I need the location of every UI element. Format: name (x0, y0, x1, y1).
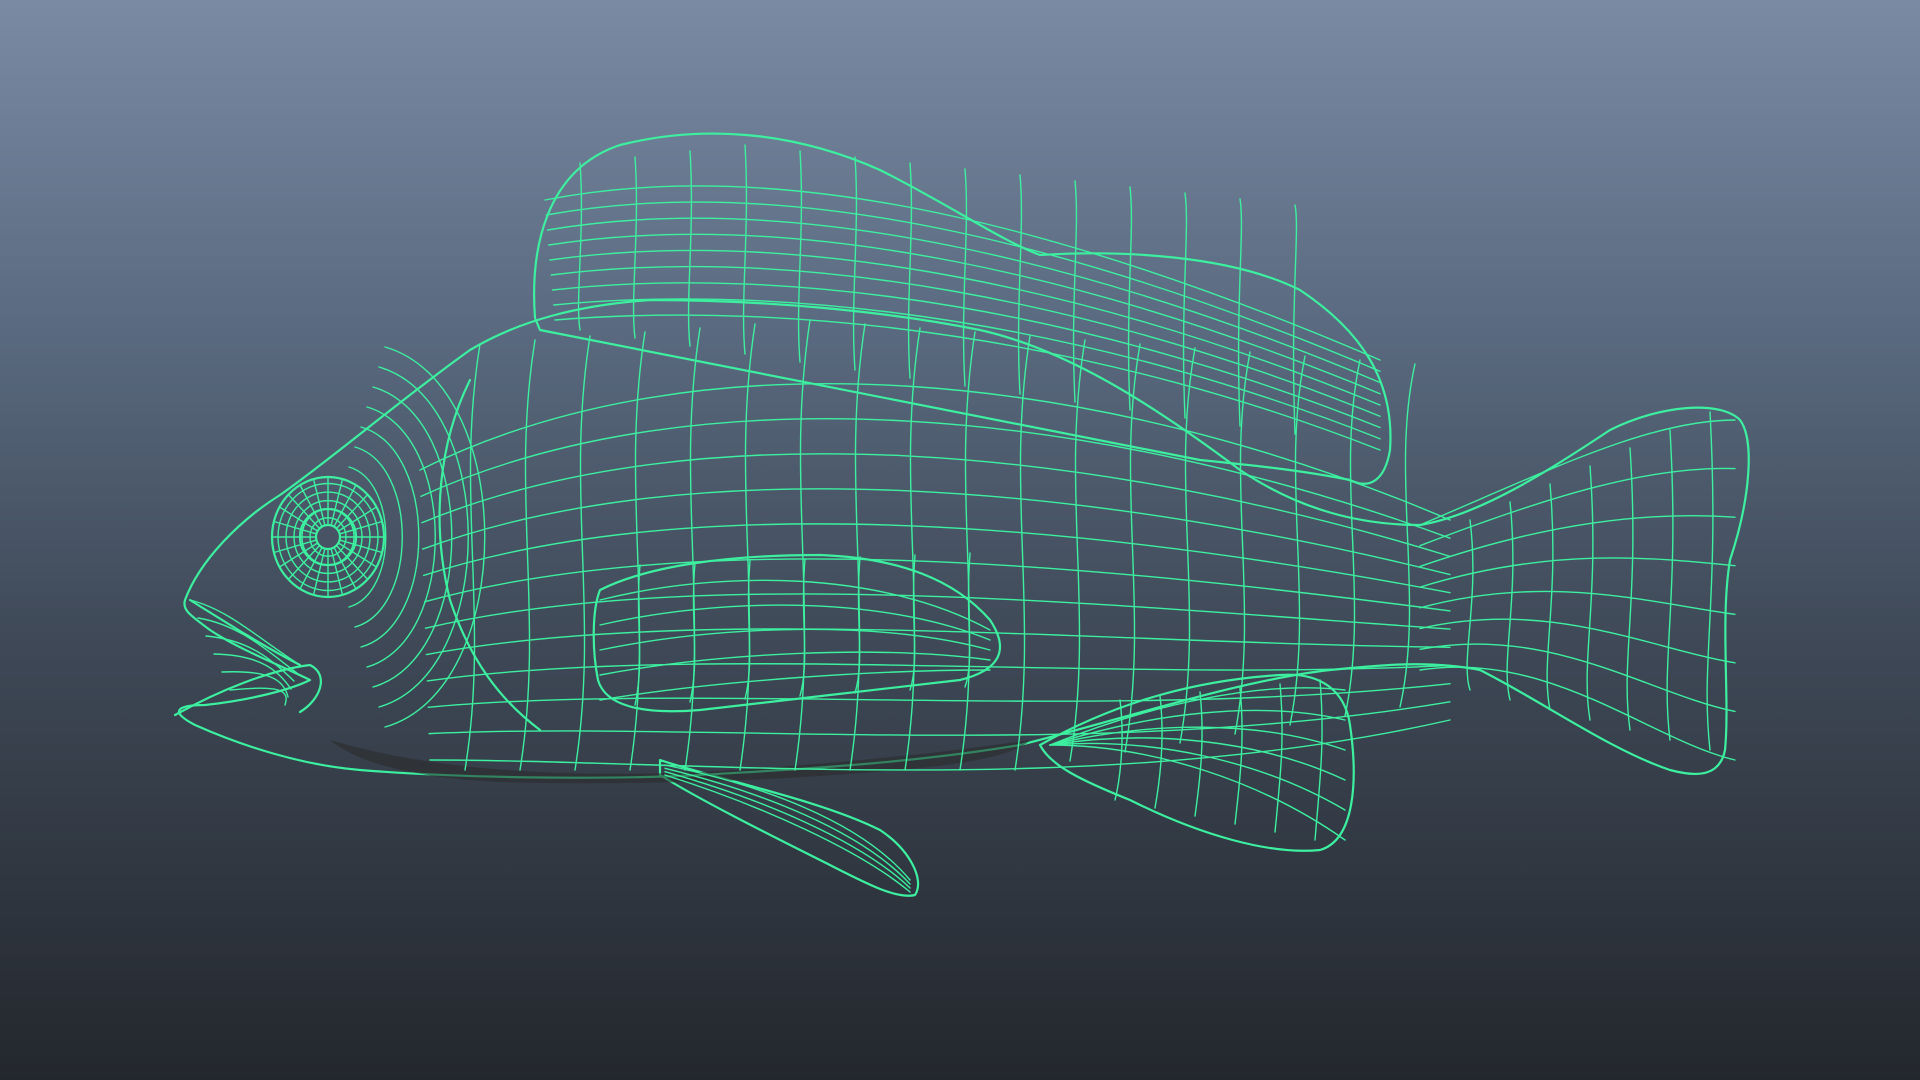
mesh-edge (744, 560, 751, 700)
mesh-edge (794, 319, 811, 771)
pectoral-fin (592, 553, 1001, 713)
mesh-edge (577, 162, 583, 331)
mesh-edge (742, 144, 748, 355)
mesh-edge (664, 774, 911, 893)
mesh-edge (1419, 419, 1736, 526)
mesh-edge (1182, 192, 1188, 419)
mesh-edge (1399, 363, 1416, 708)
mesh-edge (422, 523, 1451, 594)
mesh-edge (599, 604, 991, 641)
mesh-edge (854, 556, 861, 694)
mesh-edge (1292, 204, 1298, 435)
mesh-edge (1072, 180, 1078, 403)
mesh-edge (907, 162, 913, 379)
mesh-edge (1344, 359, 1361, 717)
mesh-edge (1546, 483, 1554, 711)
mesh-edge (1706, 411, 1714, 751)
mesh-edge (197, 617, 298, 674)
mesh-edge (574, 335, 591, 771)
mesh-edge (852, 156, 858, 371)
mesh-edge (1069, 339, 1086, 762)
mesh-edge (599, 628, 991, 651)
mesh-edge (1127, 186, 1133, 411)
mesh-edge (904, 327, 921, 771)
mesh-edge (1419, 666, 1736, 761)
mesh-edge (1466, 519, 1474, 691)
mesh-edge (1154, 695, 1163, 809)
mesh-edge (1419, 590, 1736, 615)
mesh-edge (664, 770, 911, 889)
mesh-edge (1179, 347, 1196, 744)
mesh-edge (425, 628, 1451, 656)
mesh-edge (1234, 351, 1251, 735)
mesh-edge (1666, 429, 1674, 741)
mesh-edge (1124, 343, 1141, 753)
mesh-edge (687, 150, 693, 347)
mesh-edge (1626, 447, 1634, 731)
mesh-edge (1237, 198, 1243, 427)
mesh-edge (909, 554, 916, 691)
mesh-edge (1274, 683, 1283, 833)
mesh-edge (424, 593, 1451, 630)
mesh-edge (632, 156, 638, 339)
wireframe-lines (189, 144, 1736, 893)
mesh-edge (1017, 174, 1023, 395)
mesh-edge (684, 327, 701, 771)
mesh-edge (1506, 501, 1514, 701)
mesh-edge (1314, 679, 1323, 841)
lip (188, 598, 302, 667)
mesh-edge (629, 331, 646, 771)
3d-viewport[interactable] (0, 0, 1920, 1080)
mesh-edge (519, 339, 536, 771)
mesh-edge (634, 564, 641, 706)
fish-mesh[interactable] (173, 132, 1750, 897)
mesh-edge (799, 558, 806, 697)
mesh-edge (221, 671, 289, 698)
mesh-edge (1419, 467, 1736, 547)
mesh-edge (599, 669, 991, 701)
mesh-edge (797, 150, 803, 363)
mesh-edge (1014, 335, 1031, 771)
belly-shadow (330, 740, 1030, 784)
mesh-edge (959, 331, 976, 771)
mesh-edge (1419, 557, 1736, 588)
fish-wireframe-model[interactable] (0, 0, 1920, 1080)
mesh-edge (423, 558, 1451, 612)
